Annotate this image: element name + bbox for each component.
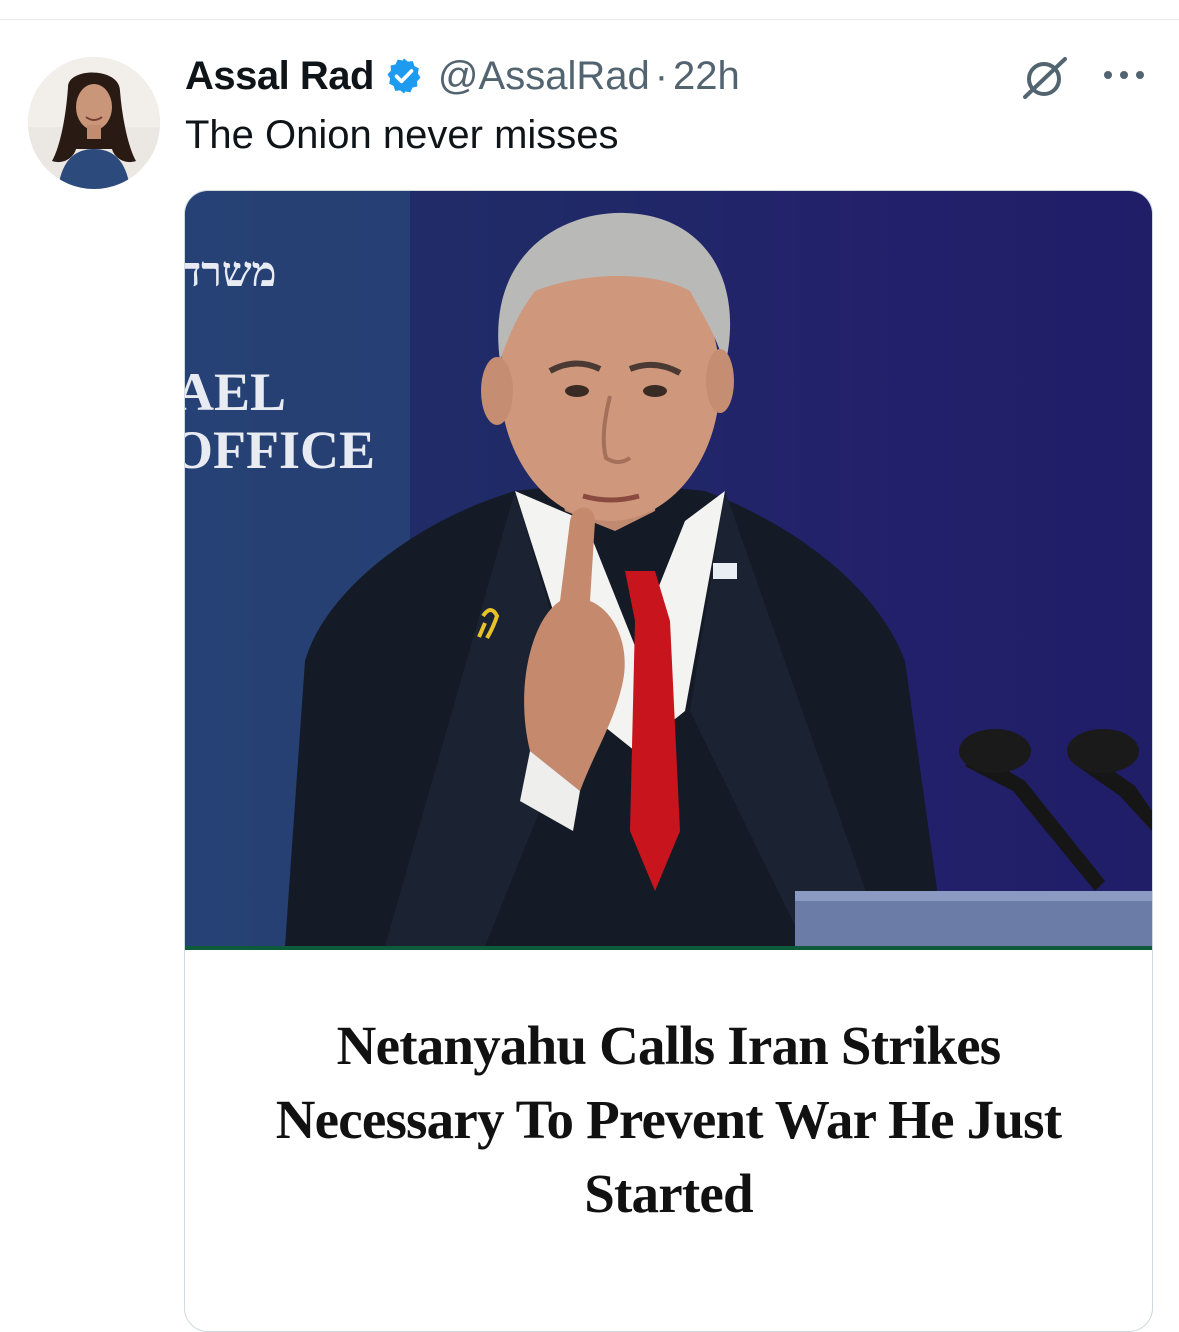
media-card[interactable]: משרד AEL OFFICE Netanyahu Calls Iran Str… — [184, 190, 1153, 1332]
tweet-timestamp[interactable]: 22h — [673, 54, 740, 99]
article-headline: Netanyahu Calls Iran Strikes Necessary T… — [275, 1015, 1062, 1224]
tweet-text: The Onion never misses — [185, 113, 619, 157]
more-options-icon[interactable] — [1100, 63, 1148, 87]
headline-divider — [185, 946, 1152, 950]
article-photo[interactable]: משרד AEL OFFICE — [185, 191, 1152, 946]
author-handle[interactable]: @AssalRad — [438, 54, 650, 99]
avatar[interactable] — [28, 57, 160, 189]
backdrop-text-line-3: OFFICE — [185, 420, 376, 480]
separator-dot: · — [654, 53, 669, 98]
grok-icon[interactable] — [1021, 54, 1071, 100]
avatar-photo-icon — [28, 57, 160, 189]
backdrop-text-line-2: AEL — [185, 362, 287, 422]
backdrop-hebrew-text: משרד — [185, 250, 277, 296]
author-display-name[interactable]: Assal Rad — [185, 54, 374, 99]
tweet-header: Assal Rad @AssalRad · 22h — [185, 50, 740, 102]
speaker-photo-illustration — [185, 191, 1152, 946]
top-divider — [0, 19, 1179, 20]
verified-badge-icon[interactable] — [384, 56, 424, 96]
